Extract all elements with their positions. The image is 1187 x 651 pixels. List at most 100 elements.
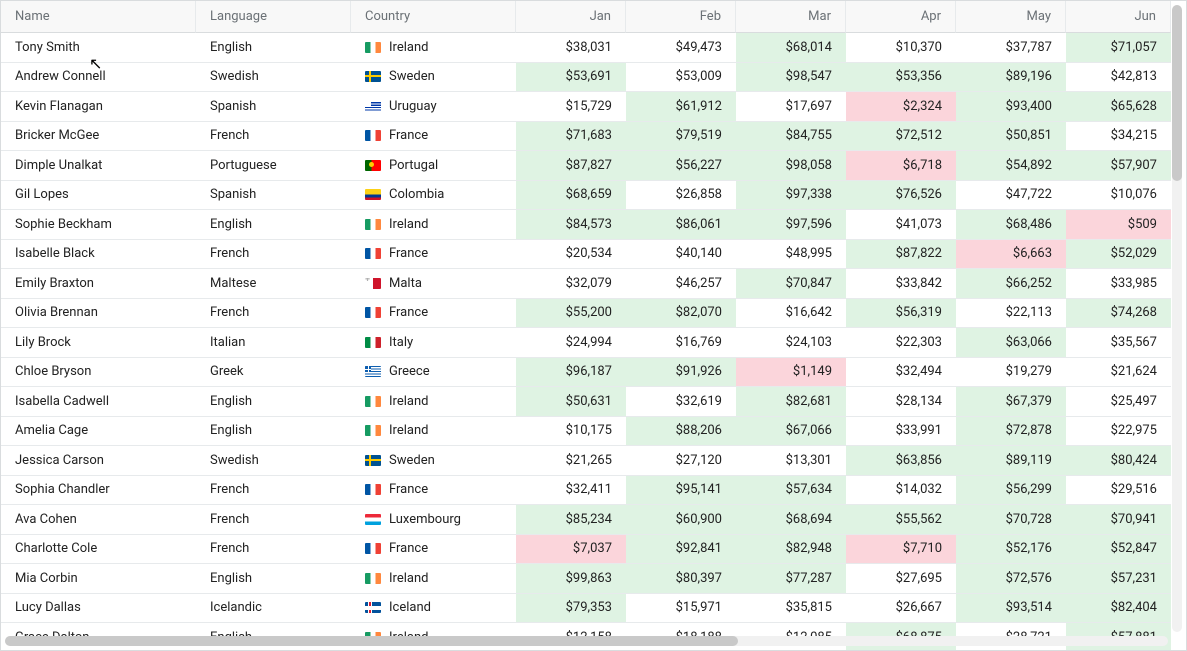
table-row[interactable]: Kevin FlanaganSpanishUruguay$15,729$61,9… (1, 92, 1171, 122)
cell-mar[interactable]: $68,014 (736, 33, 846, 63)
horizontal-scrollbar-thumb[interactable] (5, 636, 738, 646)
cell-name[interactable]: Jessica Carson (1, 446, 196, 476)
cell-language[interactable]: French (196, 122, 351, 152)
cell-may[interactable]: $70,728 (956, 505, 1066, 535)
cell-name[interactable]: Tony Smith (1, 33, 196, 63)
cell-jan[interactable]: $55,200 (516, 299, 626, 329)
cell-feb[interactable]: $46,257 (626, 269, 736, 299)
cell-mar[interactable]: $17,697 (736, 92, 846, 122)
cell-jan[interactable]: $21,265 (516, 446, 626, 476)
cell-language[interactable]: Maltese (196, 269, 351, 299)
cell-name[interactable]: Kevin Flanagan (1, 92, 196, 122)
cell-feb[interactable]: $95,141 (626, 476, 736, 506)
cell-apr[interactable]: $6,718 (846, 151, 956, 181)
table-row[interactable]: Andrew ConnellSwedishSweden$53,691$53,00… (1, 63, 1171, 93)
cell-name[interactable]: Charlotte Cole (1, 535, 196, 565)
cell-jun[interactable]: $71,057 (1066, 33, 1171, 63)
cell-apr[interactable]: $26,667 (846, 594, 956, 624)
cell-may[interactable]: $72,878 (956, 417, 1066, 447)
cell-country[interactable]: Italy (351, 328, 516, 358)
cell-apr[interactable]: $33,842 (846, 269, 956, 299)
cell-jun[interactable]: $22,975 (1066, 417, 1171, 447)
cell-may[interactable]: $37,787 (956, 33, 1066, 63)
cell-country[interactable]: France (351, 299, 516, 329)
cell-mar[interactable]: $13,301 (736, 446, 846, 476)
col-header-jun[interactable]: Jun (1066, 1, 1171, 33)
cell-jun[interactable]: $29,516 (1066, 476, 1171, 506)
cell-language[interactable]: English (196, 417, 351, 447)
cell-name[interactable]: Andrew Connell (1, 63, 196, 93)
cell-jun[interactable]: $42,813 (1066, 63, 1171, 93)
cell-mar[interactable]: $98,547 (736, 63, 846, 93)
cell-may[interactable]: $89,119 (956, 446, 1066, 476)
table-row[interactable]: Mia CorbinEnglishIreland$99,863$80,397$7… (1, 564, 1171, 594)
cell-mar[interactable]: $1,149 (736, 358, 846, 388)
grid-viewport[interactable]: NameLanguageCountryJanFebMarAprMayJun To… (1, 1, 1186, 650)
cell-country[interactable]: Sweden (351, 446, 516, 476)
cell-jan[interactable]: $32,411 (516, 476, 626, 506)
cell-mar[interactable]: $97,596 (736, 210, 846, 240)
cell-name[interactable]: Mia Corbin (1, 564, 196, 594)
cell-jun[interactable]: $52,029 (1066, 240, 1171, 270)
cell-apr[interactable]: $76,526 (846, 181, 956, 211)
cell-apr[interactable]: $56,319 (846, 299, 956, 329)
cell-may[interactable]: $63,066 (956, 328, 1066, 358)
col-header-may[interactable]: May (956, 1, 1066, 33)
cell-name[interactable]: Sophie Beckham (1, 210, 196, 240)
cell-language[interactable]: Portuguese (196, 151, 351, 181)
cell-mar[interactable]: $82,948 (736, 535, 846, 565)
horizontal-scrollbar-track[interactable] (5, 636, 1168, 646)
cell-may[interactable]: $72,576 (956, 564, 1066, 594)
cell-country[interactable]: Ireland (351, 210, 516, 240)
cell-mar[interactable]: $67,066 (736, 417, 846, 447)
cell-name[interactable]: Sophia Chandler (1, 476, 196, 506)
table-row[interactable]: Tony SmithEnglishIreland$38,031$49,473$6… (1, 33, 1171, 63)
cell-mar[interactable]: $57,634 (736, 476, 846, 506)
cell-language[interactable]: Spanish (196, 181, 351, 211)
cell-apr[interactable]: $27,695 (846, 564, 956, 594)
cell-jun[interactable]: $34,215 (1066, 122, 1171, 152)
cell-feb[interactable]: $80,397 (626, 564, 736, 594)
cell-language[interactable]: Greek (196, 358, 351, 388)
cell-may[interactable]: $66,252 (956, 269, 1066, 299)
cell-jun[interactable]: $74,268 (1066, 299, 1171, 329)
cell-apr[interactable]: $22,303 (846, 328, 956, 358)
cell-language[interactable]: English (196, 564, 351, 594)
cell-name[interactable]: Bricker McGee (1, 122, 196, 152)
table-row[interactable]: Sophie BeckhamEnglishIreland$84,573$86,0… (1, 210, 1171, 240)
cell-country[interactable]: Sweden (351, 63, 516, 93)
cell-apr[interactable]: $10,370 (846, 33, 956, 63)
cell-jan[interactable]: $84,573 (516, 210, 626, 240)
cell-name[interactable]: Ava Cohen (1, 505, 196, 535)
cell-jun[interactable]: $509 (1066, 210, 1171, 240)
cell-language[interactable]: French (196, 476, 351, 506)
cell-feb[interactable]: $56,227 (626, 151, 736, 181)
cell-language[interactable]: Spanish (196, 92, 351, 122)
cell-feb[interactable]: $88,206 (626, 417, 736, 447)
cell-feb[interactable]: $40,140 (626, 240, 736, 270)
cell-jan[interactable]: $24,994 (516, 328, 626, 358)
cell-jun[interactable]: $25,497 (1066, 387, 1171, 417)
table-row[interactable]: Isabella CadwellEnglishIreland$50,631$32… (1, 387, 1171, 417)
col-header-name[interactable]: Name (1, 1, 196, 33)
cell-language[interactable]: French (196, 505, 351, 535)
table-row[interactable]: Lily BrockItalianItaly$24,994$16,769$24,… (1, 328, 1171, 358)
cell-country[interactable]: Portugal (351, 151, 516, 181)
table-row[interactable]: Sophia ChandlerFrenchFrance$32,411$95,14… (1, 476, 1171, 506)
cell-jan[interactable]: $53,691 (516, 63, 626, 93)
cell-jan[interactable]: $7,037 (516, 535, 626, 565)
cell-may[interactable]: $6,663 (956, 240, 1066, 270)
cell-jun[interactable]: $82,404 (1066, 594, 1171, 624)
cell-apr[interactable]: $72,512 (846, 122, 956, 152)
table-row[interactable]: Bricker McGeeFrenchFrance$71,683$79,519$… (1, 122, 1171, 152)
cell-jan[interactable]: $32,079 (516, 269, 626, 299)
table-row[interactable]: Dimple UnalkatPortuguesePortugal$87,827$… (1, 151, 1171, 181)
cell-language[interactable]: English (196, 210, 351, 240)
cell-may[interactable]: $93,400 (956, 92, 1066, 122)
table-row[interactable]: Isabelle BlackFrenchFrance$20,534$40,140… (1, 240, 1171, 270)
cell-country[interactable]: France (351, 122, 516, 152)
table-row[interactable]: Emily BraxtonMalteseMalta$32,079$46,257$… (1, 269, 1171, 299)
cell-feb[interactable]: $16,769 (626, 328, 736, 358)
cell-may[interactable]: $56,299 (956, 476, 1066, 506)
cell-mar[interactable]: $98,058 (736, 151, 846, 181)
